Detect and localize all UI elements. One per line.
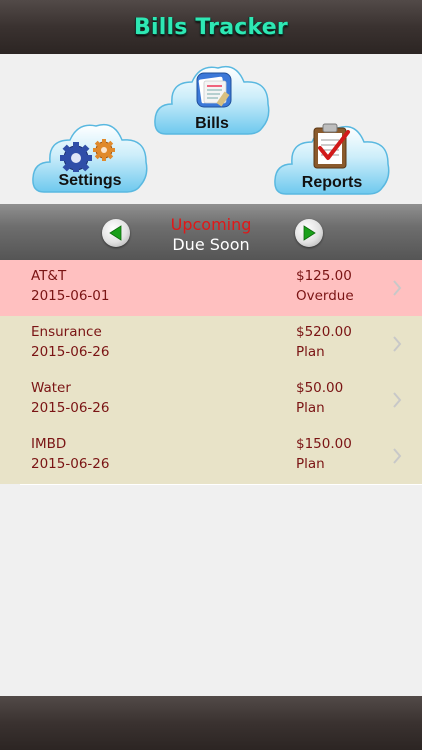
period-nav-bar: Upcoming Due Soon (0, 204, 422, 260)
chevron-right-icon (393, 336, 402, 352)
next-period-button[interactable] (295, 219, 323, 247)
menu-area: Bills Settings Reports (0, 54, 422, 204)
green-right-arrow-icon (303, 225, 316, 241)
bill-amount: $125.00 (296, 268, 352, 284)
bill-name: IMBD (31, 436, 67, 452)
bills-icon (196, 72, 232, 108)
bill-row-3[interactable]: Water 2015-06-26 $50.00 Plan (0, 372, 422, 428)
bill-date: 2015-06-26 (31, 456, 110, 472)
bill-date: 2015-06-26 (31, 400, 110, 416)
chevron-right-icon (393, 448, 402, 464)
bill-name: Water (31, 380, 71, 396)
settings-label: Settings (58, 172, 122, 189)
bill-row-1[interactable]: AT&T 2015-06-01 $125.00 Overdue (0, 260, 422, 316)
bill-name: AT&T (31, 268, 67, 284)
bills-button[interactable]: Bills (152, 58, 272, 138)
app-footer (0, 696, 422, 750)
bill-amount: $520.00 (296, 324, 352, 340)
bill-date: 2015-06-26 (31, 344, 110, 360)
reports-label: Reports (301, 174, 363, 191)
settings-button[interactable]: Settings (30, 116, 150, 196)
bill-date: 2015-06-01 (31, 288, 110, 304)
bill-status: Plan (296, 400, 325, 416)
bill-row-2[interactable]: Ensurance 2015-06-26 $520.00 Plan (0, 316, 422, 372)
row-divider (20, 484, 422, 485)
app-title: Bills Tracker (134, 14, 288, 40)
bill-status: Overdue (296, 288, 354, 304)
bill-status: Plan (296, 344, 325, 360)
chevron-right-icon (393, 280, 402, 296)
bill-row-4[interactable]: IMBD 2015-06-26 $150.00 Plan (0, 428, 422, 484)
clipboard-check-icon (310, 122, 352, 172)
bill-amount: $50.00 (296, 380, 344, 396)
gears-icon (56, 136, 124, 172)
bills-label: Bills (195, 115, 229, 132)
bill-status: Plan (296, 456, 325, 472)
period-title: Upcoming (170, 215, 252, 234)
period-subtitle: Due Soon (172, 235, 250, 254)
reports-button[interactable]: Reports (272, 118, 392, 198)
bill-amount: $150.00 (296, 436, 352, 452)
chevron-right-icon (393, 392, 402, 408)
app-header: Bills Tracker (0, 0, 422, 54)
bill-name: Ensurance (31, 324, 102, 340)
